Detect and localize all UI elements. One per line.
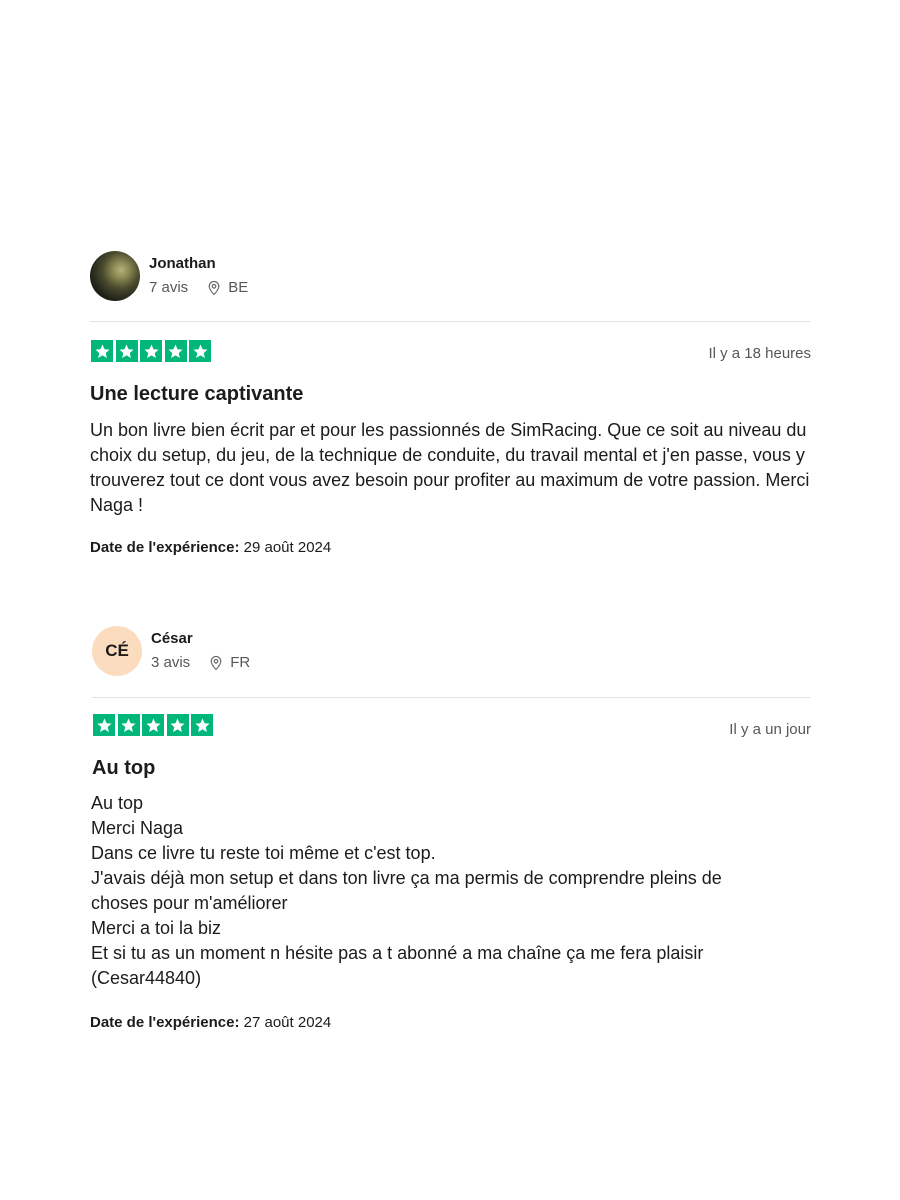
review-relative-date: Il y a 18 heures — [708, 345, 811, 362]
divider — [90, 321, 811, 322]
star-icon — [191, 714, 214, 736]
star-icon — [140, 340, 163, 362]
star-icon — [117, 714, 140, 736]
star-icon — [115, 340, 138, 362]
review-body: Au top Merci Naga Dans ce livre tu reste… — [91, 793, 722, 988]
review-body: Un bon livre bien écrit par et pour les … — [90, 420, 810, 515]
consumer-info[interactable]: CÉ César 3 avis FR — [92, 626, 250, 676]
consumer-name[interactable]: Jonathan — [149, 254, 248, 274]
experience-date-value: 29 août 2024 — [243, 539, 332, 556]
review-title[interactable]: Au top — [92, 757, 155, 780]
avatar[interactable]: CÉ — [92, 626, 142, 676]
star-rating — [91, 340, 214, 362]
avatar[interactable] — [90, 251, 140, 301]
star-icon — [91, 340, 113, 362]
review-count: 3 avis — [151, 654, 191, 671]
country-code: BE — [228, 279, 249, 296]
experience-label: Date de l'expérience: — [90, 539, 240, 556]
review-count: 7 avis — [149, 279, 189, 296]
star-icon — [93, 714, 115, 736]
divider — [92, 697, 811, 698]
star-icon — [164, 340, 187, 362]
consumer-name[interactable]: César — [151, 629, 250, 649]
country-code: FR — [230, 654, 251, 671]
experience-label: Date de l'expérience: — [90, 1014, 240, 1031]
star-icon — [142, 714, 165, 736]
experience-date: Date de l'expérience: 27 août 2024 — [90, 1014, 331, 1031]
review-relative-date: Il y a un jour — [729, 721, 811, 738]
location-pin-icon — [208, 280, 220, 296]
consumer-info[interactable]: Jonathan 7 avis BE — [90, 251, 248, 301]
experience-date: Date de l'expérience: 29 août 2024 — [90, 539, 331, 556]
star-icon — [189, 340, 212, 362]
review-title[interactable]: Une lecture captivante — [90, 383, 303, 406]
location-pin-icon — [210, 655, 222, 671]
experience-date-value: 27 août 2024 — [243, 1014, 332, 1031]
star-icon — [166, 714, 189, 736]
star-rating — [93, 714, 216, 736]
